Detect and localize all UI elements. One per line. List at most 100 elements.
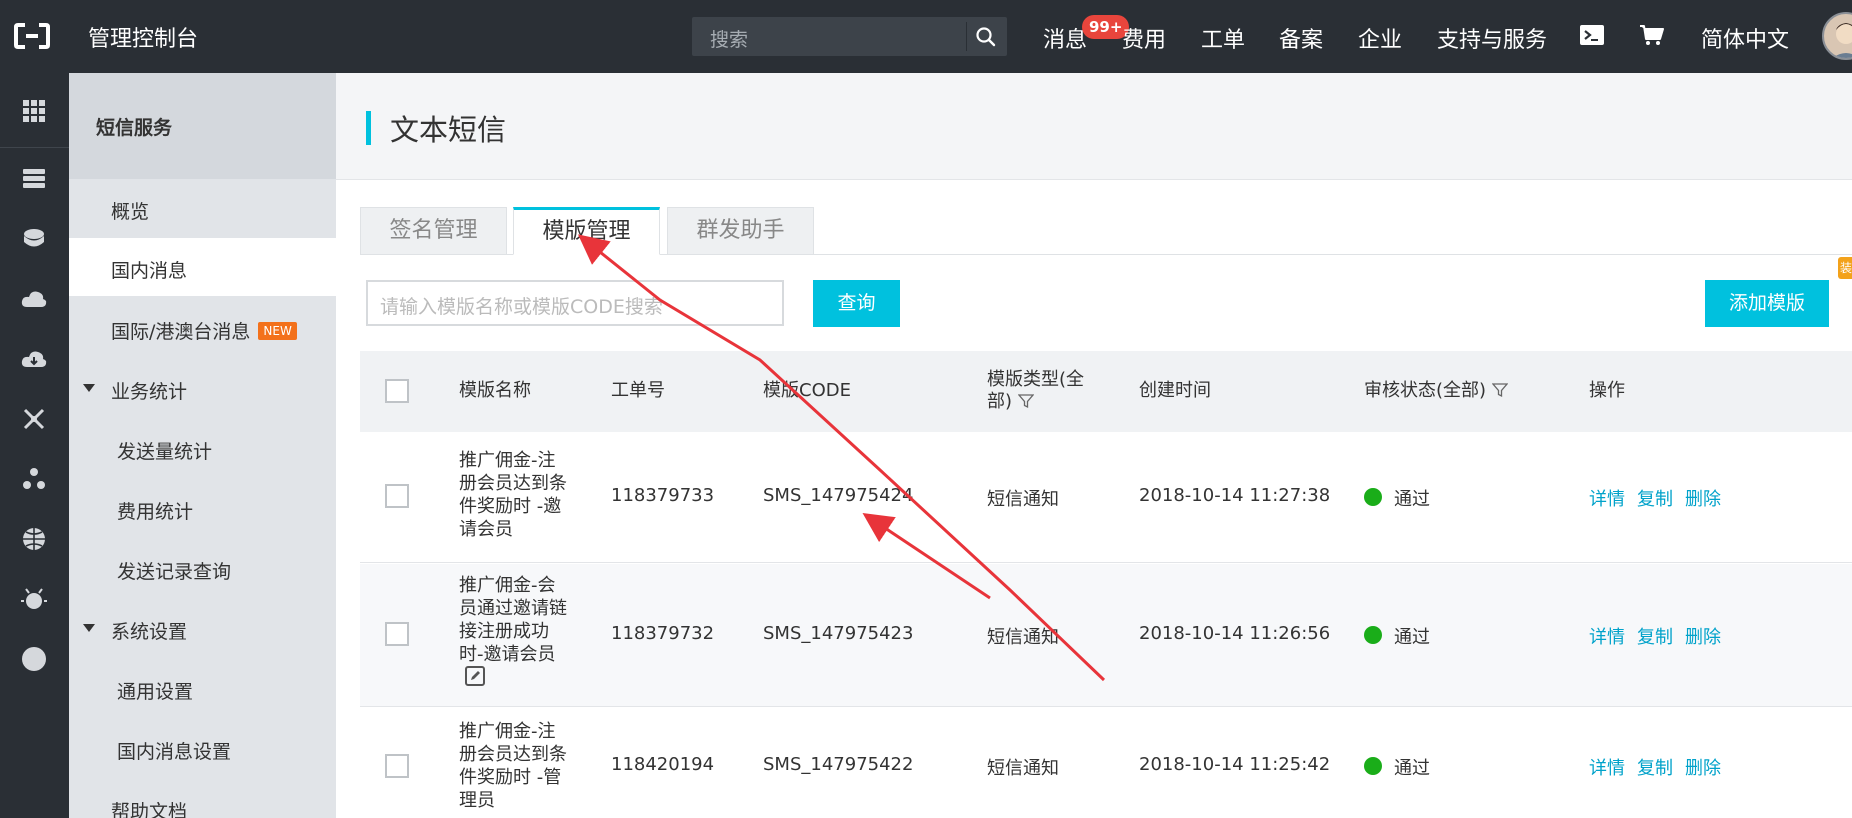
- search-placeholder: 请输入模版名称或模版CODE搜索: [380, 296, 663, 318]
- status-pass-icon: [1364, 488, 1382, 506]
- detail-link[interactable]: 详情: [1589, 485, 1625, 511]
- aliyun-logo-icon[interactable]: [14, 22, 50, 50]
- th-ticket: 工单号: [611, 380, 665, 401]
- nav-support[interactable]: 支持与服务: [1437, 22, 1547, 54]
- sidebar-item-general-settings[interactable]: 通用设置: [117, 677, 193, 704]
- template-type: 短信通知: [987, 627, 1059, 648]
- template-name: 推广佣金-注册会员达到条件奖励时 -管理员: [459, 721, 567, 811]
- status-pass-icon: [1364, 757, 1382, 775]
- sidebar-item-help[interactable]: 帮助文档: [111, 797, 187, 818]
- tab-template[interactable]: 模版管理: [513, 207, 660, 255]
- console-title[interactable]: 管理控制台: [88, 21, 198, 53]
- template-type: 短信通知: [987, 489, 1059, 510]
- th-name: 模版名称: [459, 380, 531, 401]
- copy-link[interactable]: 复制: [1637, 754, 1673, 780]
- sidebar-group-stats[interactable]: 业务统计: [111, 377, 187, 404]
- copy-link[interactable]: 复制: [1637, 623, 1673, 649]
- nav-enterprise[interactable]: 企业: [1358, 22, 1402, 54]
- edit-icon[interactable]: [465, 666, 485, 686]
- table-row: 推广佣金-注册会员达到条件奖励时 -邀请会员 118379733 SMS_147…: [360, 432, 1852, 563]
- sidebar-item-send-stats[interactable]: 发送量统计: [117, 437, 212, 464]
- product-rail: [0, 73, 69, 818]
- th-ops: 操作: [1589, 380, 1625, 401]
- sidebar-title: 短信服务: [96, 117, 173, 139]
- th-status-label: 审核状态(全部): [1364, 380, 1487, 401]
- filter-icon[interactable]: [1492, 382, 1509, 398]
- top-bar: 管理控制台 搜索 消息 99+ 费用 工单 备案 企业 支持与服务 简体中文: [0, 0, 1852, 73]
- terminal-icon[interactable]: [1579, 23, 1605, 47]
- select-all-checkbox[interactable]: [385, 379, 409, 403]
- status-pass-icon: [1364, 626, 1382, 644]
- globe-icon[interactable]: [20, 525, 48, 553]
- avatar[interactable]: [1822, 12, 1852, 60]
- tab-signature[interactable]: 签名管理: [360, 207, 507, 255]
- filter-icon[interactable]: [1018, 393, 1035, 409]
- th-type-line1: 模版类型(全: [987, 369, 1085, 390]
- corner-tag[interactable]: 装: [1838, 257, 1852, 279]
- cart-icon[interactable]: [1639, 23, 1665, 47]
- user-avatar-icon: [1832, 23, 1852, 58]
- detail-link[interactable]: 详情: [1589, 623, 1625, 649]
- status-text: 通过: [1394, 627, 1430, 648]
- nav-language[interactable]: 简体中文: [1701, 22, 1789, 54]
- sidebar-item-label: 国际/港澳台消息: [111, 321, 251, 343]
- caret-down-icon[interactable]: [83, 384, 95, 392]
- new-badge: NEW: [258, 322, 297, 340]
- circle-service-icon[interactable]: [20, 645, 48, 673]
- copy-link[interactable]: 复制: [1637, 485, 1673, 511]
- status-text: 通过: [1394, 489, 1430, 510]
- row-checkbox[interactable]: [385, 622, 409, 646]
- sidebar-group-settings[interactable]: 系统设置: [111, 617, 187, 644]
- sidebar-item-fee-stats[interactable]: 费用统计: [117, 497, 193, 524]
- detail-link[interactable]: 详情: [1589, 754, 1625, 780]
- sidebar-item-domestic-settings[interactable]: 国内消息设置: [117, 737, 231, 764]
- search-input[interactable]: 搜索: [710, 25, 748, 52]
- server-icon[interactable]: [20, 165, 48, 193]
- template-search-input[interactable]: 请输入模版名称或模版CODE搜索: [366, 280, 784, 326]
- nav-filing[interactable]: 备案: [1279, 22, 1323, 54]
- cluster-icon[interactable]: [20, 465, 48, 493]
- page-header: 文本短信: [336, 73, 1852, 180]
- created-time: 2018-10-14 11:27:38: [1139, 485, 1331, 506]
- sidebar-item-send-records[interactable]: 发送记录查询: [117, 557, 231, 584]
- search-icon[interactable]: [974, 25, 998, 49]
- row-checkbox[interactable]: [385, 754, 409, 778]
- nav-tickets[interactable]: 工单: [1201, 22, 1245, 54]
- delete-link[interactable]: 删除: [1685, 485, 1721, 511]
- th-status[interactable]: 审核状态(全部): [1364, 380, 1509, 402]
- bug-icon[interactable]: [20, 585, 48, 613]
- pencil-icon: [471, 671, 480, 680]
- cloud-upload-icon[interactable]: [20, 285, 48, 313]
- template-code: SMS_147975422: [763, 754, 914, 775]
- sidebar-item-international[interactable]: 国际/港澳台消息 NEW: [111, 317, 297, 344]
- tab-bulk-send[interactable]: 群发助手: [667, 207, 814, 255]
- row-checkbox[interactable]: [385, 484, 409, 508]
- ticket-number: 118379733: [611, 485, 715, 506]
- delete-link[interactable]: 删除: [1685, 623, 1721, 649]
- grid-menu-icon[interactable]: [20, 97, 48, 125]
- query-button[interactable]: 查询: [813, 280, 900, 327]
- delete-link[interactable]: 删除: [1685, 754, 1721, 780]
- database-icon[interactable]: [20, 225, 48, 253]
- template-name-wrap: 推广佣金-会员通过邀请链接注册成功时-邀请会员: [459, 574, 569, 689]
- table-header: 模版名称 工单号 模版CODE 模版类型(全 部) 创建时间 审核状态(全部) …: [360, 351, 1852, 432]
- template-type: 短信通知: [987, 758, 1059, 779]
- th-created: 创建时间: [1139, 380, 1211, 401]
- nav-messages[interactable]: 消息: [1043, 22, 1087, 54]
- add-template-button[interactable]: 添加模版: [1705, 280, 1829, 327]
- template-name: 推广佣金-注册会员达到条件奖励时 -邀请会员: [459, 450, 567, 540]
- page-title: 文本短信: [390, 113, 507, 147]
- network-cross-icon[interactable]: [20, 405, 48, 433]
- sidebar-item-overview[interactable]: 概览: [111, 197, 149, 224]
- caret-down-icon[interactable]: [83, 624, 95, 632]
- th-type[interactable]: 模版类型(全 部): [987, 369, 1084, 413]
- sidebar-header: 短信服务: [69, 73, 336, 179]
- main-content: 文本短信 签名管理 模版管理 群发助手 请输入模版名称或模版CODE搜索 查询 …: [336, 73, 1852, 818]
- cloud-storage-icon[interactable]: [20, 345, 48, 373]
- search-divider: [966, 22, 967, 51]
- global-search[interactable]: 搜索: [692, 17, 1007, 56]
- sidebar-item-label: 国内消息: [111, 260, 188, 282]
- ticket-number: 118379732: [611, 623, 715, 644]
- sidebar-item-domestic[interactable]: 国内消息: [69, 238, 336, 296]
- nav-fees[interactable]: 费用: [1122, 22, 1166, 54]
